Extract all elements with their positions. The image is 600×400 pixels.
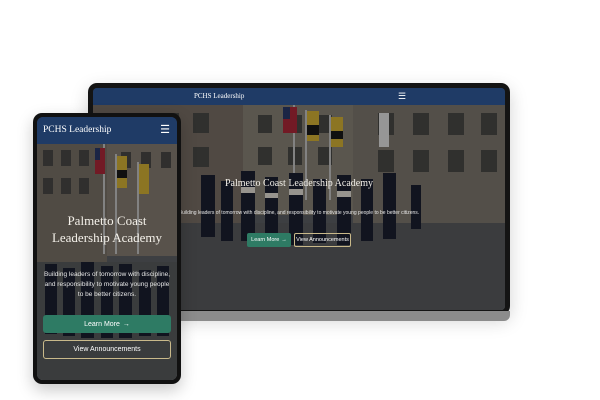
- mobile-hamburger-icon[interactable]: ☰: [160, 123, 170, 136]
- mobile-learn-more-button[interactable]: Learn More →: [43, 315, 171, 333]
- phone-frame: PCHS Leadership ☰ Palmetto Coast Leaders…: [33, 113, 181, 384]
- mobile-brand-link[interactable]: PCHS Leadership: [43, 125, 111, 135]
- mobile-screen: PCHS Leadership ☰ Palmetto Coast Leaders…: [37, 117, 177, 380]
- desktop-view-announcements-button[interactable]: View Announcements: [294, 233, 351, 247]
- desktop-hamburger-icon[interactable]: ☰: [398, 90, 406, 102]
- desktop-learn-more-button[interactable]: Learn More →: [247, 233, 291, 247]
- desktop-navbar: PCHS Leadership ☰: [93, 88, 505, 105]
- mobile-learn-more-label: Learn More: [84, 320, 120, 328]
- mobile-hero-title: Palmetto Coast Leadership Academy: [51, 213, 163, 245]
- mobile-hero: Palmetto Coast Leadership Academy Buildi…: [37, 144, 177, 380]
- desktop-brand-link[interactable]: PCHS Leadership: [194, 92, 244, 100]
- mobile-view-announcements-button[interactable]: View Announcements: [43, 340, 171, 359]
- arrow-right-icon: →: [281, 237, 287, 243]
- mobile-navbar: PCHS Leadership ☰: [37, 117, 177, 144]
- arrow-right-icon: →: [122, 320, 130, 328]
- mobile-hero-tagline: Building leaders of tomorrow with discip…: [43, 271, 171, 298]
- desktop-learn-more-label: Learn More: [251, 237, 280, 243]
